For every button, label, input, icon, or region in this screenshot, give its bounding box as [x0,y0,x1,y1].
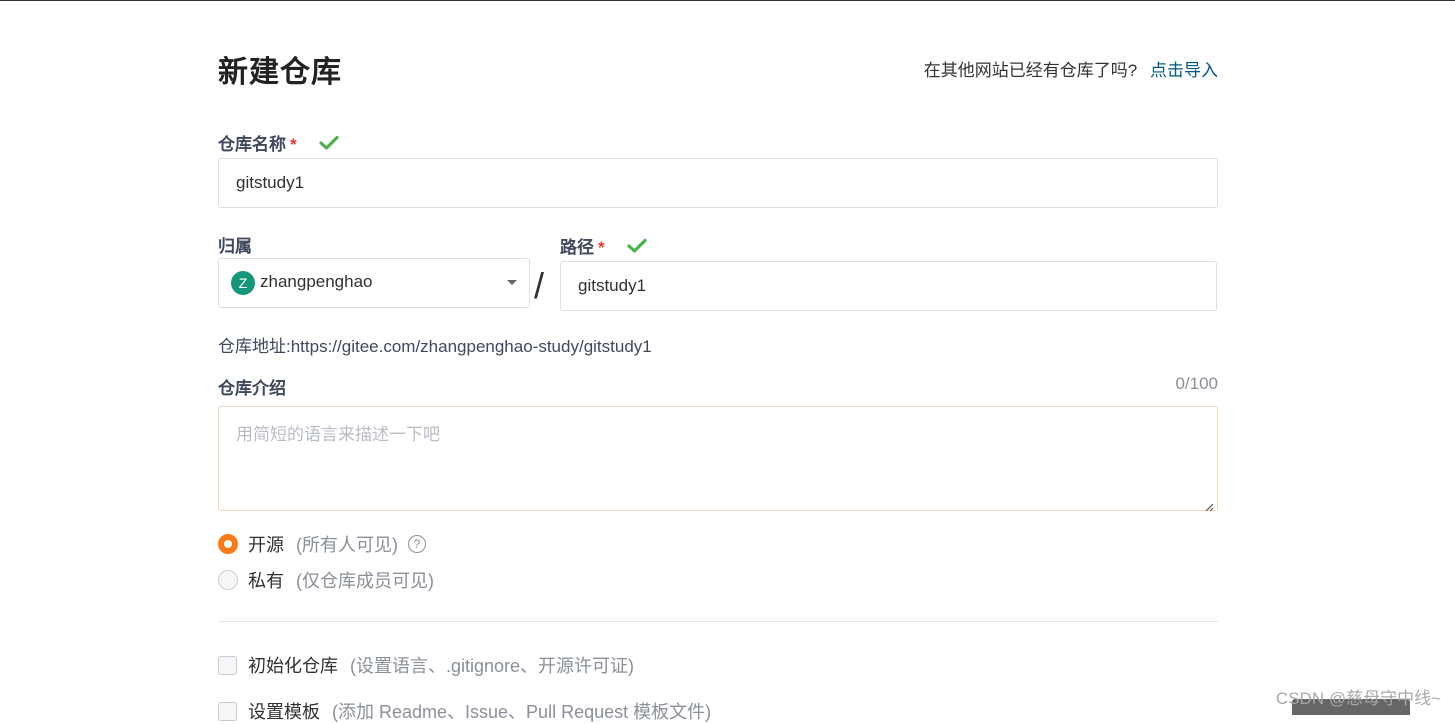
template-option-label: 设置模板 [248,702,320,722]
import-link[interactable]: 点击导入 [1150,61,1218,80]
import-prompt: 在其他网站已经有仓库了吗? 点击导入 [924,56,1218,81]
watermark: CSDN @慈母守中线~ [1275,689,1441,708]
description-textarea[interactable]: 用简短的语言来描述一下吧 [218,406,1218,512]
visibility-option-note: (所有人可见) [296,535,398,555]
owner-select[interactable]: Z zhangpenghao [218,258,530,308]
visibility-option-label: 私有 [248,571,284,591]
page-title: 新建仓库 [218,56,342,89]
owner-label: 归属 [218,237,252,256]
visibility-option-label: 开源 [248,535,284,555]
required-mark: * [290,135,297,154]
resize-handle-icon[interactable] [1204,497,1214,512]
caret-down-icon [507,280,517,285]
init-option-note: (设置语言、.gitignore、开源许可证) [350,656,635,676]
repo-name-label: 仓库名称 * [218,130,339,156]
repo-name-input[interactable]: gitstudy1 [218,158,1218,208]
description-placeholder: 用简短的语言来描述一下吧 [236,425,440,444]
char-counter: 0/100 [1175,374,1218,393]
check-icon [319,135,339,156]
repo-name-label-text: 仓库名称 [218,135,286,154]
check-icon [627,238,647,259]
radio-unselected-icon[interactable] [218,570,238,590]
question-circle-icon[interactable]: ? [408,535,426,553]
repo-address: 仓库地址:https://gitee.com/zhangpenghao-stud… [218,337,652,356]
visibility-option-public[interactable]: 开源 (所有人可见) ? [218,531,426,557]
checkbox[interactable] [218,701,237,721]
path-separator: / [534,265,545,306]
owner-name: zhangpenghao [260,272,373,291]
path-label-text: 路径 [560,238,594,257]
divider [218,621,1218,622]
import-prompt-text: 在其他网站已经有仓库了吗? [923,61,1138,80]
init-repo-option[interactable]: 初始化仓库 (设置语言、.gitignore、开源许可证) [218,652,634,678]
template-option[interactable]: 设置模板 (添加 Readme、Issue、Pull Request 模板文件) [218,698,711,724]
description-label: 仓库介绍 [218,379,286,398]
path-input[interactable]: gitstudy1 [560,261,1217,311]
checkbox[interactable] [218,655,237,675]
visibility-option-note: (仅仓库成员可见) [296,571,434,591]
required-mark: * [598,238,605,257]
template-option-note: (添加 Readme、Issue、Pull Request 模板文件) [332,702,712,722]
init-option-label: 初始化仓库 [248,656,338,676]
avatar: Z [231,271,255,295]
radio-selected-icon[interactable] [218,534,238,554]
path-label: 路径 * [560,233,647,259]
visibility-option-private[interactable]: 私有 (仅仓库成员可见) [218,567,434,593]
